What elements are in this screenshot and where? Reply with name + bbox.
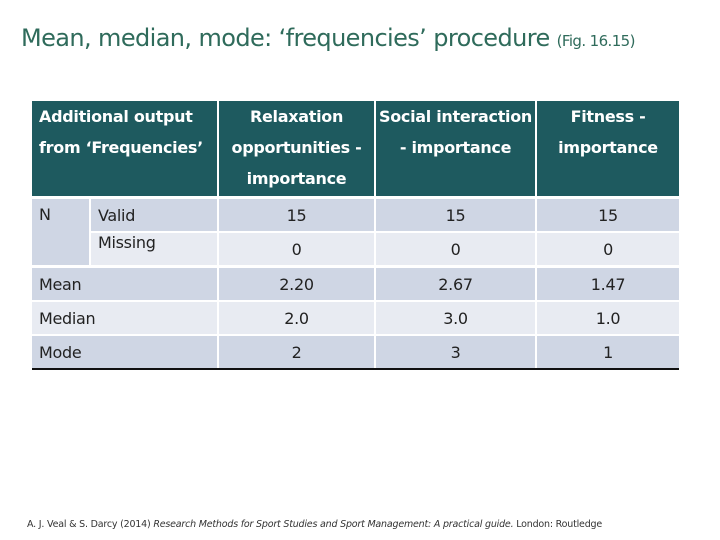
row-label: Mean [32,265,219,301]
citation-publisher: London: Routledge [516,519,602,530]
row-label: Mode [32,334,219,370]
citation: A. J. Veal & S. Darcy (2014) Research Me… [27,519,602,530]
table-row-median: Median 2.0 3.0 1.0 [32,300,680,335]
col-header-line: opportunities - [231,138,362,157]
cell-value: 1 [535,334,680,370]
cell-value: 15 [535,196,680,232]
cell-value: 1.0 [535,300,680,335]
row-label: Valid [88,196,219,232]
column-header-social-interaction: Social interaction - importance [374,101,537,198]
table-row-missing: Missing 0 0 0 [32,231,680,267]
title-text: Mean, median, mode: ‘frequencies’ proced… [21,24,550,52]
cell-value: 3 [374,334,537,370]
cell-value: 3.0 [374,300,537,335]
cell-value: 2.20 [217,265,376,301]
col-header-line: Fitness - [570,107,646,126]
cell-value: 0 [535,231,680,267]
citation-book-title: Research Methods for Sport Studies and S… [153,519,514,530]
cell-value: 15 [374,196,537,232]
citation-authors: A. J. Veal & S. Darcy (2014) [27,519,151,530]
cell-value: 0 [217,231,376,267]
cell-value: 2.0 [217,300,376,335]
table-row-mean: Mean 2.20 2.67 1.47 [32,265,680,301]
col-header-line: importance [558,138,658,157]
cell-value: 2 [217,334,376,370]
cell-value: 2.67 [374,265,537,301]
figure-reference: (Fig. 16.15) [556,32,636,50]
col-header-line: - importance [399,138,512,157]
row-label: Median [32,300,219,335]
header-label-line2: from ‘Frequencies’ [39,138,203,157]
column-header-relaxation: Relaxation opportunities - importance [217,101,376,198]
column-header-fitness: Fitness - importance [535,101,680,198]
header-label-line1: Additional output [39,107,193,126]
n-label: N [32,196,90,267]
table-header-row: Additional output from ‘Frequencies’ Rel… [32,101,680,198]
cell-value: 1.47 [535,265,680,301]
cell-value: 0 [374,231,537,267]
frequencies-table: Additional output from ‘Frequencies’ Rel… [32,101,680,370]
cell-value: 15 [217,196,376,232]
col-header-line: Relaxation [249,107,344,126]
table-row-mode: Mode 2 3 1 [32,334,680,370]
col-header-line: importance [246,169,347,188]
slide-title: Mean, median, mode: ‘frequencies’ proced… [21,24,635,52]
table-row-valid: N Valid 15 15 15 [32,196,680,267]
col-header-line: Social interaction [379,107,533,126]
row-label: Missing [88,231,219,267]
header-label: Additional output from ‘Frequencies’ [32,101,219,198]
